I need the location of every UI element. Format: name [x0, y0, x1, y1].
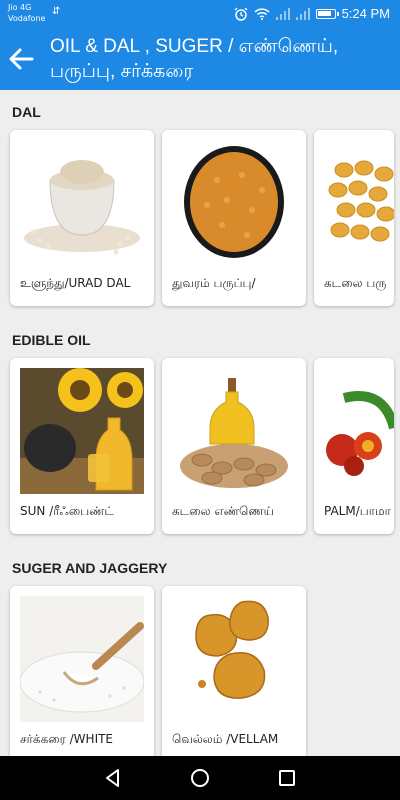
product-label: PALM/பாமா: [324, 504, 391, 518]
product-label: சர்க்கரை /WHITE: [20, 732, 114, 746]
product-card-chana-dal[interactable]: கடலை பரு: [314, 130, 394, 306]
product-label: உளுந்து/URAD DAL: [20, 276, 131, 290]
section-title: EDIBLE OIL: [12, 332, 91, 348]
carrier-info: Jio 4G Vodafone: [8, 2, 45, 24]
product-card-urad-dal[interactable]: உளுந்து/URAD DAL: [10, 130, 154, 306]
product-card-toor-dal[interactable]: துவரம் பருப்பு/: [162, 130, 306, 306]
product-card-palm-oil[interactable]: PALM/பாமா: [314, 358, 394, 534]
category-list[interactable]: DAL உளுந்து/URAD DAL துவரம் பருப்பு/ கடல…: [0, 90, 400, 756]
product-label: துவரம் பருப்பு/: [172, 276, 256, 290]
battery-icon: [315, 8, 339, 19]
alarm-icon: [234, 7, 248, 21]
wifi-icon: [254, 7, 270, 20]
product-row[interactable]: உளுந்து/URAD DAL துவரம் பருப்பு/ கடலை பர…: [10, 130, 394, 306]
carrier-primary: Jio 4G: [8, 3, 32, 12]
toor-dal-image: [172, 140, 296, 266]
white-sugar-image: [20, 596, 144, 722]
system-nav-bar: [0, 756, 400, 800]
chana-dal-image: [324, 140, 394, 266]
product-card-groundnut-oil[interactable]: கடலை எண்ணெய்: [162, 358, 306, 534]
jaggery-image: [172, 596, 296, 722]
app-bar: OIL & DAL , SUGER / எண்ணெய், பருப்பு, சர…: [0, 28, 400, 90]
page-title-line-2: பருப்பு, சர்க்கரை: [50, 61, 194, 82]
product-card-white-sugar[interactable]: சர்க்கரை /WHITE: [10, 586, 154, 756]
nav-back-icon[interactable]: [101, 766, 125, 790]
product-label: கடலை எண்ணெய்: [172, 504, 274, 518]
signal-icon: [275, 7, 290, 20]
product-label: கடலை பரு: [324, 276, 387, 290]
product-card-sunflower-oil[interactable]: SUN /ரீஃபைண்ட்: [10, 358, 154, 534]
product-label: வெல்லம் /VELLAM: [172, 732, 279, 746]
nav-recents-icon[interactable]: [275, 766, 299, 790]
sunflower-oil-image: [20, 368, 144, 494]
groundnut-oil-image: [172, 368, 296, 494]
section-title: SUGER AND JAGGERY: [12, 560, 168, 576]
carrier-secondary: Vodafone: [8, 14, 46, 23]
product-row[interactable]: சர்க்கரை /WHITE வெல்லம் /VELLAM: [10, 586, 306, 756]
product-row[interactable]: SUN /ரீஃபைண்ட் கடலை எண்ணெய் PALM/பாமா: [10, 358, 394, 534]
product-card-jaggery[interactable]: வெல்லம் /VELLAM: [162, 586, 306, 756]
product-label: SUN /ரீஃபைண்ட்: [20, 504, 114, 518]
back-arrow-icon[interactable]: [4, 42, 38, 76]
page-title-line-1: OIL & DAL , SUGER / எண்ணெய்,: [50, 36, 339, 57]
palm-oil-image: [324, 368, 394, 494]
status-icons: 5:24 PM: [234, 6, 390, 21]
signal-icon-2: [295, 7, 310, 20]
clock: 5:24 PM: [341, 6, 390, 21]
usb-icon: ⇵: [52, 6, 61, 17]
urad-dal-image: [20, 140, 144, 266]
nav-home-icon[interactable]: [188, 766, 212, 790]
status-bar: Jio 4G Vodafone ⇵ 5:24 PM: [0, 0, 400, 28]
page-title: OIL & DAL , SUGER / எண்ணெய், பருப்பு, சர…: [50, 34, 390, 84]
section-title: DAL: [12, 104, 41, 120]
